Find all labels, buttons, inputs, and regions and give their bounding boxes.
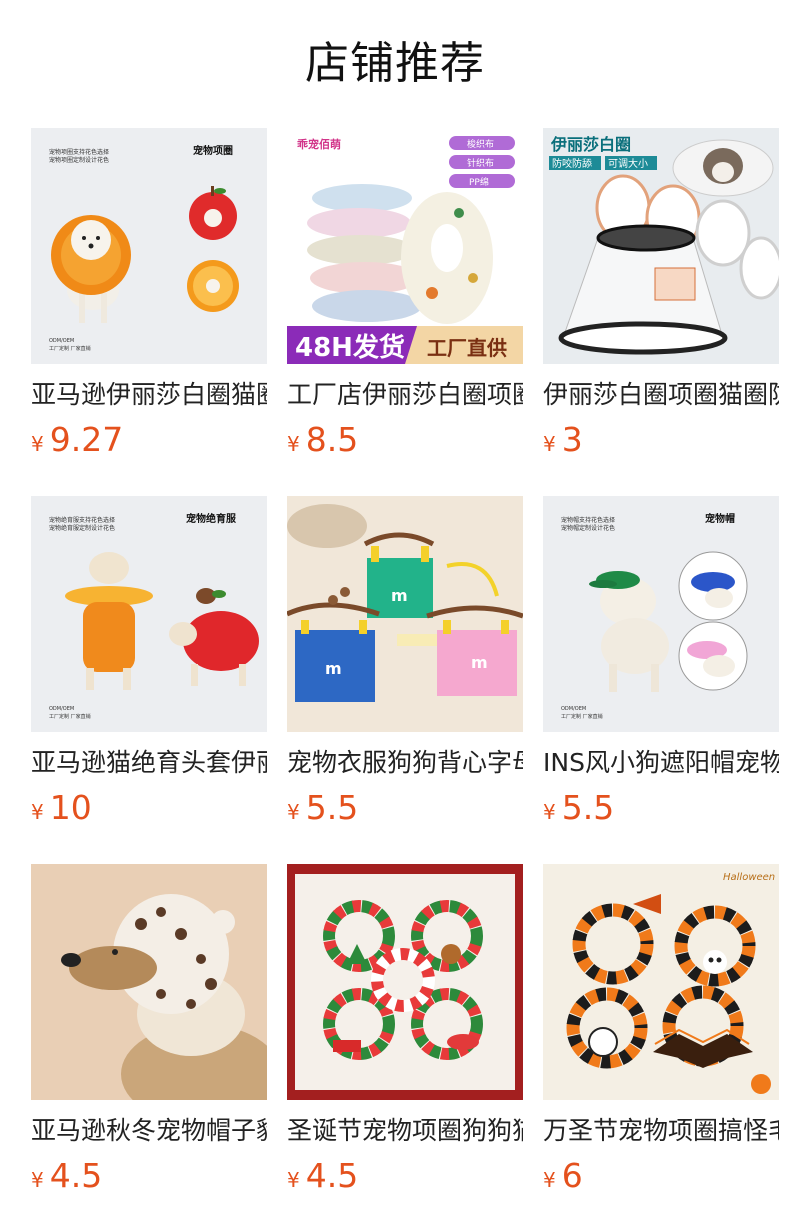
svg-text:宠物帽定制设计花色: 宠物帽定制设计花色	[561, 524, 615, 532]
svg-text:m: m	[391, 586, 408, 605]
product-price: ¥4.5	[287, 1156, 523, 1196]
price-amount: 4.5	[49, 1156, 103, 1195]
svg-text:宠物帽支持花色选择: 宠物帽支持花色选择	[561, 516, 615, 524]
svg-text:可调大小: 可调大小	[608, 157, 648, 170]
product-price: ¥5.5	[287, 788, 523, 828]
product-price: ¥5.5	[543, 788, 779, 828]
svg-text:针织布: 针织布	[467, 157, 494, 169]
product-image[interactable]: 宠物绝育服支持花色选择 宠物绝育服定制设计花色 宠物绝育服 ODM/OEM 工厂…	[31, 496, 267, 732]
product-image[interactable]: 宠物帽支持花色选择 宠物帽定制设计花色 宠物帽 ODM/OEM 工厂定制 厂家直…	[543, 496, 779, 732]
product-image[interactable]	[31, 864, 267, 1100]
price-amount: 3	[561, 420, 583, 459]
product-name[interactable]: 圣诞节宠物项圈狗狗猫咪毛球	[287, 1114, 523, 1148]
product-card[interactable]: 宠物帽支持花色选择 宠物帽定制设计花色 宠物帽 ODM/OEM 工厂定制 厂家直…	[543, 496, 779, 828]
product-name[interactable]: INS风小狗遮阳帽宠物帽子	[543, 746, 779, 780]
product-card[interactable]: m m m 宠物衣服狗狗背心字母m背带裤 ¥5.5	[287, 496, 523, 828]
product-card[interactable]: 伊丽莎白圈 防咬防舔 可调大小 伊丽莎白圈项圈猫圈 ¥ 3	[543, 128, 779, 460]
product-price: ¥10	[31, 788, 267, 828]
svg-text:ODM/OEM: ODM/OEM	[49, 338, 74, 344]
svg-text:宠物绝育服定制设计花色: 宠物绝育服定制设计花色	[49, 524, 115, 532]
product-card[interactable]: 宠物项圈支持花色选择 宠物项圈定制设计花色 宠物项圈 ODM/OEM 工厂定制 …	[31, 128, 267, 460]
product-card[interactable]: 圣诞节宠物项圈狗狗猫咪毛球 ¥4.5	[287, 864, 523, 1196]
currency-symbol: ¥	[287, 432, 300, 456]
price-amount: 9.27	[49, 420, 124, 459]
currency-symbol: ¥	[31, 1168, 44, 1192]
collar-stack-photo: 乖宠佰萌 梭织布 针织布 PP绵 48H发货 工厂直供	[287, 128, 523, 364]
svg-text:m: m	[325, 659, 342, 678]
svg-text:伊丽莎白圈: 伊丽莎白圈	[550, 135, 631, 154]
svg-text:Halloween: Halloween	[723, 872, 775, 883]
leopard-hat-photo	[31, 864, 267, 1100]
product-name[interactable]: 亚马逊秋冬宠物帽子豹纹保暖	[31, 1114, 267, 1148]
cone-collar-photo: 伊丽莎白圈 防咬防舔 可调大小	[543, 128, 779, 364]
product-price: ¥9.27	[31, 420, 267, 460]
sun-hat-photo: 宠物帽支持花色选择 宠物帽定制设计花色 宠物帽 ODM/OEM 工厂定制 厂家直…	[543, 496, 779, 732]
currency-symbol: ¥	[543, 1168, 556, 1192]
price-amount: 8.5	[305, 420, 359, 459]
svg-text:PP绵: PP绵	[469, 176, 489, 188]
product-image[interactable]	[287, 864, 523, 1100]
product-card[interactable]: 宠物绝育服支持花色选择 宠物绝育服定制设计花色 宠物绝育服 ODM/OEM 工厂…	[31, 496, 267, 828]
svg-text:宠物项圈: 宠物项圈	[193, 144, 233, 157]
svg-text:工厂直供: 工厂直供	[427, 336, 507, 360]
product-name[interactable]: 万圣节宠物项圈搞怪毛球猫咪	[543, 1114, 779, 1148]
halloween-collar-photo: Halloween	[543, 864, 779, 1100]
svg-text:工厂定制 厂家直销: 工厂定制 厂家直销	[561, 713, 603, 720]
product-name[interactable]: 工厂店伊丽莎白圈项圈宠物防舔	[287, 378, 523, 412]
page-title: 店铺推荐	[305, 38, 485, 89]
christmas-collar-photo	[287, 864, 523, 1100]
currency-symbol: ¥	[543, 800, 556, 824]
product-name[interactable]: 亚马逊伊丽莎白圈猫圈狗圈宠物项圈	[31, 378, 267, 412]
product-card[interactable]: 亚马逊秋冬宠物帽子豹纹保暖 ¥4.5	[31, 864, 267, 1196]
price-amount: 5.5	[305, 788, 359, 827]
product-name[interactable]: 宠物衣服狗狗背心字母m背带裤	[287, 746, 523, 780]
currency-symbol: ¥	[31, 800, 44, 824]
collar-product-photo: 宠物项圈支持花色选择 宠物项圈定制设计花色 宠物项圈 ODM/OEM 工厂定制 …	[31, 128, 267, 364]
svg-text:m: m	[471, 653, 488, 672]
product-image[interactable]: 宠物项圈支持花色选择 宠物项圈定制设计花色 宠物项圈 ODM/OEM 工厂定制 …	[31, 128, 267, 364]
product-card[interactable]: Halloween 万圣节宠物项圈搞怪毛球猫咪 ¥6	[543, 864, 779, 1196]
product-price: ¥3	[543, 420, 779, 460]
product-card[interactable]: 乖宠佰萌 梭织布 针织布 PP绵 48H发货 工厂直供 工厂店伊丽莎白圈项 ¥ …	[287, 128, 523, 460]
overalls-photo: m m m	[287, 496, 523, 732]
product-name[interactable]: 亚马逊猫绝育头套伊丽莎白圈	[31, 746, 267, 780]
svg-text:梭织布: 梭织布	[467, 138, 494, 150]
svg-text:宠物绝育服: 宠物绝育服	[186, 512, 237, 525]
svg-text:工厂定制 厂家直销: 工厂定制 厂家直销	[49, 713, 91, 720]
price-amount: 4.5	[305, 1156, 359, 1195]
svg-text:宠物项圈支持花色选择: 宠物项圈支持花色选择	[49, 148, 109, 156]
currency-symbol: ¥	[287, 800, 300, 824]
product-price: ¥4.5	[31, 1156, 267, 1196]
product-price: ¥6	[543, 1156, 779, 1196]
currency-symbol: ¥	[287, 1168, 300, 1192]
svg-text:ODM/OEM: ODM/OEM	[49, 706, 74, 712]
svg-text:ODM/OEM: ODM/OEM	[561, 706, 586, 712]
svg-text:宠物绝育服支持花色选择: 宠物绝育服支持花色选择	[49, 516, 115, 524]
svg-text:宠物项圈定制设计花色: 宠物项圈定制设计花色	[49, 156, 109, 164]
product-name[interactable]: 伊丽莎白圈项圈猫圈防咬防舔	[543, 378, 779, 412]
svg-text:工厂定制 厂家直销: 工厂定制 厂家直销	[49, 345, 91, 352]
svg-text:宠物帽: 宠物帽	[705, 512, 735, 525]
price-amount: 10	[49, 788, 92, 827]
product-image[interactable]: Halloween	[543, 864, 779, 1100]
price-amount: 5.5	[561, 788, 615, 827]
currency-symbol: ¥	[543, 432, 556, 456]
svg-text:48H发货: 48H发货	[295, 332, 405, 363]
product-price: ¥8.5	[287, 420, 523, 460]
svg-text:乖宠佰萌: 乖宠佰萌	[297, 137, 341, 151]
product-image[interactable]: m m m	[287, 496, 523, 732]
price-amount: 6	[561, 1156, 583, 1195]
recovery-suit-photo: 宠物绝育服支持花色选择 宠物绝育服定制设计花色 宠物绝育服 ODM/OEM 工厂…	[31, 496, 267, 732]
product-image[interactable]: 伊丽莎白圈 防咬防舔 可调大小	[543, 128, 779, 364]
currency-symbol: ¥	[31, 432, 44, 456]
svg-text:防咬防舔: 防咬防舔	[552, 157, 592, 170]
product-image[interactable]: 乖宠佰萌 梭织布 针织布 PP绵 48H发货 工厂直供	[287, 128, 523, 364]
